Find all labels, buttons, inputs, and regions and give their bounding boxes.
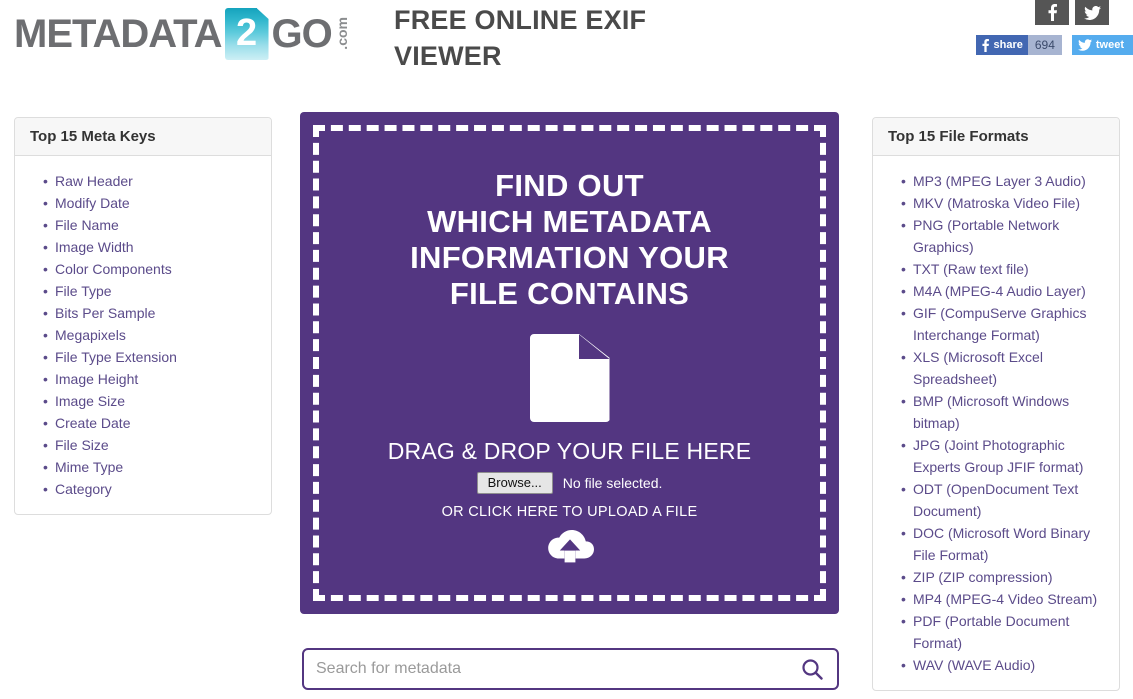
twitter-icon-button[interactable] xyxy=(1075,0,1109,25)
list-item[interactable]: PNG (Portable Network Graphics) xyxy=(901,214,1109,258)
top-file-formats-body: MP3 (MPEG Layer 3 Audio) MKV (Matroska V… xyxy=(873,156,1119,690)
meta-keys-list: Raw Header Modify Date File Name Image W… xyxy=(21,170,261,500)
list-item[interactable]: TXT (Raw text file) xyxy=(901,258,1109,280)
facebook-share-label: share xyxy=(993,39,1023,51)
site-logo[interactable]: METADATA 2 GO .com xyxy=(14,8,350,60)
drag-drop-label: DRAG & DROP YOUR FILE HERE xyxy=(387,438,752,464)
list-item[interactable]: Megapixels xyxy=(43,324,261,346)
click-to-upload-label[interactable]: OR CLICK HERE TO UPLOAD A FILE xyxy=(442,504,698,520)
social-share-row: share 694 tweet xyxy=(976,35,1133,55)
list-item[interactable]: Mime Type xyxy=(43,456,261,478)
list-item[interactable]: JPG (Joint Photographic Experts Group JF… xyxy=(901,434,1109,478)
list-item[interactable]: DOC (Microsoft Word Binary File Format) xyxy=(901,522,1109,566)
twitter-tweet-icon xyxy=(1077,39,1092,51)
twitter-tweet-label: tweet xyxy=(1095,39,1124,51)
social-icon-buttons xyxy=(1035,0,1109,25)
file-formats-list: MP3 (MPEG Layer 3 Audio) MKV (Matroska V… xyxy=(879,170,1109,676)
top-file-formats-panel: Top 15 File Formats MP3 (MPEG Layer 3 Au… xyxy=(872,117,1120,691)
list-item[interactable]: File Name xyxy=(43,214,261,236)
list-item[interactable]: M4A (MPEG-4 Audio Layer) xyxy=(901,280,1109,302)
metadata-search-bar xyxy=(302,648,839,690)
headline-line-1: FIND OUT xyxy=(495,168,644,203)
list-item[interactable]: File Type xyxy=(43,280,261,302)
search-icon xyxy=(802,659,823,680)
list-item[interactable]: MKV (Matroska Video File) xyxy=(901,192,1109,214)
list-item[interactable]: Raw Header xyxy=(43,170,261,192)
twitter-tweet-button[interactable]: tweet xyxy=(1071,35,1133,55)
list-item[interactable]: Category xyxy=(43,478,261,500)
headline-line-3: INFORMATION YOUR xyxy=(410,240,729,275)
list-item[interactable]: Image Height xyxy=(43,368,261,390)
logo-text-metadata: METADATA xyxy=(14,11,223,56)
file-input-row: Browse... No file selected. xyxy=(476,472,663,494)
top-meta-keys-body: Raw Header Modify Date File Name Image W… xyxy=(15,156,271,514)
list-item[interactable]: ODT (OpenDocument Text Document) xyxy=(901,478,1109,522)
headline-line-2: WHICH METADATA xyxy=(427,204,712,239)
dropzone-headline: FIND OUT WHICH METADATA INFORMATION YOUR… xyxy=(410,168,729,312)
facebook-share-button[interactable]: share 694 xyxy=(976,35,1062,55)
selected-file-label: No file selected. xyxy=(562,475,663,491)
logo-number-2: 2 xyxy=(235,11,258,54)
search-button[interactable] xyxy=(795,658,837,680)
headline-line-4: FILE CONTAINS xyxy=(449,276,690,311)
twitter-icon xyxy=(1083,5,1101,20)
facebook-icon-button[interactable] xyxy=(1035,0,1069,25)
list-item[interactable]: Modify Date xyxy=(43,192,261,214)
list-item[interactable]: GIF (CompuServe Graphics Interchange For… xyxy=(901,302,1109,346)
list-item[interactable]: Bits Per Sample xyxy=(43,302,261,324)
document-icon xyxy=(529,334,610,422)
browse-button[interactable]: Browse... xyxy=(476,472,553,494)
list-item[interactable]: BMP (Microsoft Windows bitmap) xyxy=(901,390,1109,434)
search-input[interactable] xyxy=(304,660,795,678)
list-item[interactable]: PDF (Portable Document Format) xyxy=(901,610,1109,654)
list-item[interactable]: File Size xyxy=(43,434,261,456)
list-item[interactable]: Image Size xyxy=(43,390,261,412)
cloud-upload-icon[interactable] xyxy=(544,528,596,569)
page-title: FREE ONLINE EXIF VIEWER xyxy=(394,5,647,71)
page-header: METADATA 2 GO .com FREE ONLINE EXIF VIEW… xyxy=(0,0,1133,100)
facebook-share-icon xyxy=(982,38,990,52)
document-icon-paper xyxy=(529,334,610,422)
top-meta-keys-title: Top 15 Meta Keys xyxy=(15,118,271,156)
list-item[interactable]: Image Width xyxy=(43,236,261,258)
facebook-icon xyxy=(1048,4,1057,21)
list-item[interactable]: WAV (WAVE Audio) xyxy=(901,654,1109,676)
list-item[interactable]: MP4 (MPEG-4 Video Stream) xyxy=(901,588,1109,610)
logo-text-go: GO xyxy=(271,11,333,56)
top-file-formats-title: Top 15 File Formats xyxy=(873,118,1119,156)
logo-document-badge: 2 xyxy=(224,8,269,60)
list-item[interactable]: ZIP (ZIP compression) xyxy=(901,566,1109,588)
logo-text-com: .com xyxy=(333,16,350,50)
list-item[interactable]: Color Components xyxy=(43,258,261,280)
top-meta-keys-panel: Top 15 Meta Keys Raw Header Modify Date … xyxy=(14,117,272,515)
page-root: METADATA 2 GO .com FREE ONLINE EXIF VIEW… xyxy=(0,0,1133,699)
list-item[interactable]: Create Date xyxy=(43,412,261,434)
list-item[interactable]: MP3 (MPEG Layer 3 Audio) xyxy=(901,170,1109,192)
dropzone-content: FIND OUT WHICH METADATA INFORMATION YOUR… xyxy=(300,112,839,614)
file-dropzone[interactable]: FIND OUT WHICH METADATA INFORMATION YOUR… xyxy=(300,112,839,614)
list-item[interactable]: File Type Extension xyxy=(43,346,261,368)
list-item[interactable]: XLS (Microsoft Excel Spreadsheet) xyxy=(901,346,1109,390)
facebook-share-count: 694 xyxy=(1027,35,1062,55)
